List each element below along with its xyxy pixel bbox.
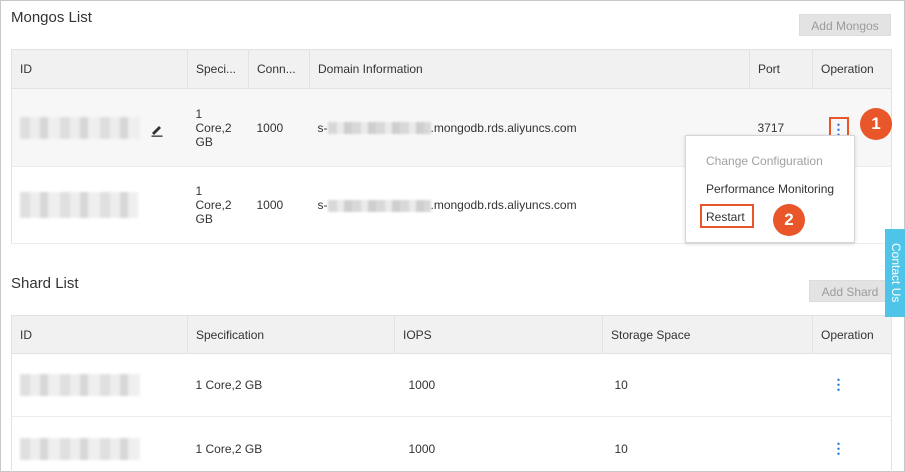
connections-cell: 1000 xyxy=(248,166,310,244)
domain-prefix: s- xyxy=(317,198,328,212)
spec-cell: 1 Core,2 GB xyxy=(187,416,395,472)
mongos-list-title: Mongos List xyxy=(11,9,92,26)
iops-cell: 1000 xyxy=(394,353,603,417)
spec-line: Core,2 xyxy=(195,198,232,212)
shard-table: ID Specification IOPS Storage Space Oper… xyxy=(11,315,892,472)
redacted-domain xyxy=(327,199,431,212)
col-header-storage-space[interactable]: Storage Space xyxy=(602,315,813,354)
spec-cell: 1 Core,2 GB xyxy=(187,166,249,244)
console-panel: Mongos List Add Mongos ID Speci... Conn.… xyxy=(0,0,905,472)
domain-suffix: .mongodb.rds.aliyuncs.com xyxy=(430,198,577,212)
col-header-domain[interactable]: Domain Information xyxy=(309,49,750,89)
shard-id-cell xyxy=(11,416,188,472)
col-header-spec[interactable]: Speci... xyxy=(187,49,249,89)
domain-prefix: s- xyxy=(317,120,328,135)
spec-line: GB xyxy=(195,212,213,226)
col-header-connections[interactable]: Conn... xyxy=(248,49,310,89)
shard-id-cell xyxy=(11,353,188,417)
mongos-id-cell xyxy=(11,166,188,244)
col-header-id[interactable]: ID xyxy=(11,49,188,89)
connections-cell: 1000 xyxy=(248,88,310,167)
storage-cell: 10 xyxy=(602,416,813,472)
table-row: 1 Core,2 GB 1000 10 ⋮ xyxy=(11,416,892,472)
operation-cell: ⋮ xyxy=(812,416,892,472)
col-header-port[interactable]: Port xyxy=(749,49,813,89)
spec-cell: 1 Core,2 GB xyxy=(187,88,249,167)
col-header-id[interactable]: ID xyxy=(11,315,188,354)
spec-line: Core,2 xyxy=(195,120,232,135)
spec-line: 1 xyxy=(195,106,203,121)
redacted-id xyxy=(20,374,140,396)
add-shard-button[interactable]: Add Shard xyxy=(809,280,891,302)
mongos-header-row: ID Speci... Conn... Domain Information P… xyxy=(11,49,892,89)
contact-us-tab[interactable]: Contact Us xyxy=(885,229,905,317)
domain-suffix: .mongodb.rds.aliyuncs.com xyxy=(430,120,577,135)
operation-cell: ⋮ xyxy=(812,353,892,417)
shard-list-title: Shard List xyxy=(11,275,79,292)
more-vertical-icon[interactable]: ⋮ xyxy=(829,374,849,396)
col-header-operation[interactable]: Operation xyxy=(812,49,892,89)
step-badge-1: 1 xyxy=(860,108,892,140)
operation-dropdown-menu: Change Configuration Performance Monitor… xyxy=(685,135,855,243)
more-vertical-icon[interactable]: ⋮ xyxy=(829,438,849,460)
iops-cell: 1000 xyxy=(394,416,603,472)
storage-cell: 10 xyxy=(602,353,813,417)
redacted-id xyxy=(20,116,140,139)
redacted-domain xyxy=(327,122,431,135)
redacted-id xyxy=(20,192,138,218)
spec-line: GB xyxy=(195,134,213,149)
step-badge-2: 2 xyxy=(773,204,805,236)
edit-icon[interactable] xyxy=(150,123,164,140)
col-header-operation[interactable]: Operation xyxy=(812,315,892,354)
menu-item-change-configuration[interactable]: Change Configuration xyxy=(706,154,823,168)
mongos-id-cell xyxy=(11,88,188,167)
col-header-specification[interactable]: Specification xyxy=(187,315,395,354)
domain-cell: s- .mongodb.rds.aliyuncs.com xyxy=(309,88,750,167)
shard-header-row: ID Specification IOPS Storage Space Oper… xyxy=(11,315,892,354)
spec-cell: 1 Core,2 GB xyxy=(187,353,395,417)
table-row: 1 Core,2 GB 1000 10 ⋮ xyxy=(11,353,892,417)
restart-highlight-box xyxy=(700,204,754,228)
col-header-iops[interactable]: IOPS xyxy=(394,315,603,354)
add-mongos-button[interactable]: Add Mongos xyxy=(799,14,891,36)
domain-cell: s- .mongodb.rds.aliyuncs.com xyxy=(309,166,750,244)
redacted-id xyxy=(20,437,140,460)
spec-line: 1 xyxy=(195,184,203,198)
menu-item-performance-monitoring[interactable]: Performance Monitoring xyxy=(706,182,834,196)
